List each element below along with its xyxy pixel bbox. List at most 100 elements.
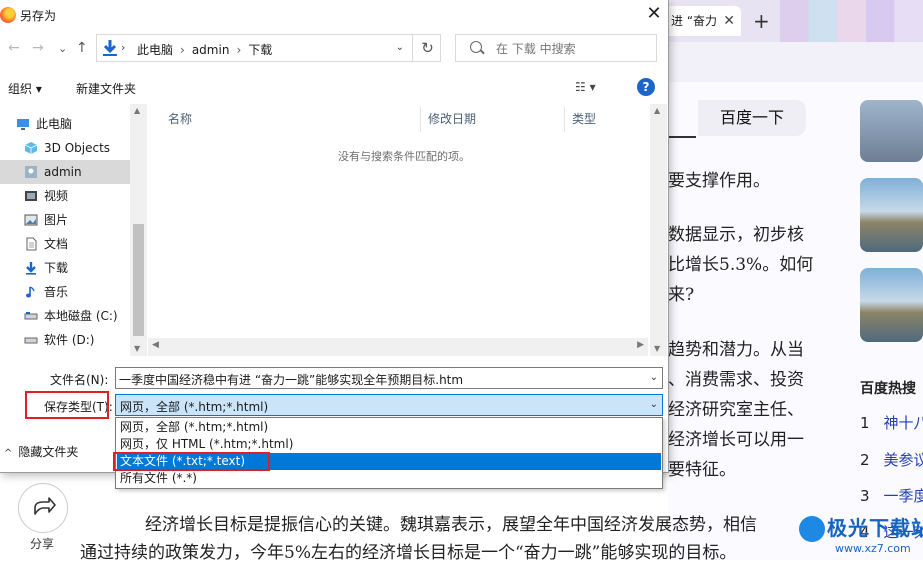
article-paragraph: 通过持续的政策发力，今年5%左右的经济增长目标是一个“奋力一跳”能够实现的目标。: [80, 543, 737, 563]
sidebar-item-drive-c[interactable]: 本地磁盘 (C:): [0, 304, 130, 328]
article-line: 经济研究室主任、: [668, 400, 804, 420]
empty-message: 没有与搜索条件匹配的项。: [338, 150, 470, 163]
share-button[interactable]: [18, 483, 68, 533]
scroll-left-icon[interactable]: ◀: [152, 340, 159, 350]
chevron-up-icon: ^: [4, 448, 13, 459]
sidebar-item-music[interactable]: 音乐: [0, 280, 130, 304]
file-list-scrollbar[interactable]: ▲ ▼: [650, 104, 667, 356]
hide-folders-toggle[interactable]: ^ 隐藏文件夹: [4, 443, 78, 460]
forward-button[interactable]: →: [32, 40, 44, 56]
column-header-type[interactable]: 类型: [572, 110, 596, 127]
scroll-up-icon[interactable]: ▲: [134, 106, 140, 115]
scroll-up-icon[interactable]: ▲: [654, 106, 660, 115]
horizontal-scrollbar[interactable]: ◀ ▶: [148, 338, 648, 356]
save-as-dialog: 另存为 ✕ ← → ⌄ ↑ › 此电脑 › admin › 下载 ⌄ ↻ 组织 ▾ 新建…: [0, 0, 669, 473]
recent-locations-button[interactable]: ⌄: [58, 42, 67, 55]
drive-icon: [24, 312, 38, 320]
tab-title: 进 “奋力: [671, 14, 718, 28]
annotation-highlight: [25, 391, 109, 419]
image-icon: [24, 214, 38, 226]
article-line: 要特征。: [668, 460, 736, 480]
article-paragraph: 经济增长目标是提振信心的关键。魏琪嘉表示，展望全年中国经济发展态势，相信: [145, 515, 757, 535]
hot-link[interactable]: 美参议: [884, 451, 923, 469]
sidebar-item-this-pc[interactable]: 此电脑: [0, 112, 130, 136]
help-icon[interactable]: ?: [637, 78, 655, 96]
chevron-down-icon[interactable]: ⌄: [650, 372, 658, 383]
organize-menu[interactable]: 组织 ▾: [8, 80, 42, 97]
breadcrumb-item[interactable]: admin: [192, 43, 230, 57]
filetype-option[interactable]: 所有文件 (*.*): [117, 470, 661, 487]
search-input[interactable]: [494, 39, 653, 59]
sidebar-item-admin[interactable]: admin: [0, 160, 130, 184]
hot-search-item[interactable]: 1 神十八: [860, 412, 923, 433]
article-line: 趋势和潜力。从当: [668, 340, 804, 360]
view-options-button[interactable]: ☷ ▾: [575, 80, 596, 94]
back-button[interactable]: ←: [8, 40, 20, 56]
sidebar-item-3d-objects[interactable]: 3D Objects: [0, 136, 130, 160]
address-dropdown-icon[interactable]: ⌄: [396, 42, 404, 53]
tab-close-icon[interactable]: ✕: [723, 6, 735, 36]
article-line: 要支撑作用。: [668, 171, 770, 191]
breadcrumb-item[interactable]: 此电脑: [137, 43, 173, 57]
dialog-title: 另存为: [20, 9, 57, 23]
column-divider[interactable]: [564, 106, 565, 132]
music-icon: [26, 286, 35, 298]
breadcrumb-root-chevron[interactable]: ›: [121, 41, 125, 54]
address-bar[interactable]: › 此电脑 › admin › 下载 ⌄: [96, 34, 441, 62]
baidu-search-button[interactable]: 百度一下: [698, 100, 806, 136]
breadcrumb-item[interactable]: 下载: [248, 43, 272, 57]
new-folder-button[interactable]: 新建文件夹: [76, 80, 136, 97]
filetype-option[interactable]: 网页，全部 (*.htm;*.html): [117, 419, 661, 436]
share-label: 分享: [30, 537, 55, 551]
refresh-button[interactable]: ↻: [412, 34, 442, 62]
column-divider[interactable]: [420, 106, 421, 132]
new-tab-button[interactable]: +: [753, 6, 770, 36]
hot-rank: 2: [860, 451, 870, 469]
sidebar-item-label: 文档: [44, 237, 69, 251]
column-header-name[interactable]: 名称: [168, 110, 192, 127]
hot-search-title: 百度热搜: [860, 381, 916, 397]
sidebar-item-downloads[interactable]: 下载: [0, 256, 130, 280]
scroll-down-icon[interactable]: ▼: [654, 344, 660, 353]
close-button[interactable]: ✕: [640, 2, 668, 28]
news-thumbnail[interactable]: [860, 100, 923, 162]
dialog-title-bar[interactable]: 另存为 ✕: [0, 0, 668, 30]
hot-search-item[interactable]: 2 美参议: [860, 449, 923, 470]
filename-value[interactable]: 一季度中国经济稳中有进 “奋力一跳”能够实现全年预期目标.htm: [119, 371, 463, 388]
scroll-down-icon[interactable]: ▼: [134, 344, 140, 353]
breadcrumb-separator[interactable]: ›: [236, 43, 241, 57]
sidebar-item-documents[interactable]: 文档: [0, 232, 130, 256]
sidebar-item-label: 软件 (D:): [44, 333, 95, 347]
breadcrumb-separator[interactable]: ›: [180, 43, 185, 57]
filetype-select[interactable]: 网页，全部 (*.htm;*.html) ⌄: [115, 394, 663, 416]
filetype-option[interactable]: 网页，仅 HTML (*.htm;*.html): [117, 436, 661, 453]
browser-tab[interactable]: 进 “奋力 ✕: [665, 6, 741, 36]
file-list: 名称 修改日期 类型 没有与搜索条件匹配的项。 ▲ ▼: [148, 104, 668, 356]
news-thumbnail[interactable]: [860, 178, 923, 252]
news-thumbnail[interactable]: [860, 268, 923, 342]
sidebar-item-videos[interactable]: 视频: [0, 184, 130, 208]
scroll-right-icon[interactable]: ▶: [637, 340, 644, 350]
up-button[interactable]: ↑: [76, 40, 88, 56]
filename-field[interactable]: 一季度中国经济稳中有进 “奋力一跳”能够实现全年预期目标.htm ⌄: [115, 367, 663, 389]
hot-link[interactable]: 一季度: [884, 487, 923, 505]
hot-search-item[interactable]: 3 一季度: [860, 485, 923, 506]
tab-bar-background: [780, 0, 923, 42]
column-header-modified[interactable]: 修改日期: [428, 110, 476, 127]
chevron-down-icon[interactable]: ⌄: [650, 399, 658, 410]
sidebar-item-pictures[interactable]: 图片: [0, 208, 130, 232]
search-box[interactable]: [455, 34, 657, 62]
filename-label: 文件名(N):: [50, 373, 109, 387]
filetype-value: 网页，全部 (*.htm;*.html): [120, 400, 269, 414]
watermark-text: 极光下载站: [827, 516, 923, 540]
browser-address-bar[interactable]: [668, 42, 923, 83]
baidu-search-input[interactable]: [668, 100, 696, 138]
article-line: 经济增长可以用一: [668, 430, 804, 450]
sidebar-scrollbar[interactable]: ▲ ▼: [130, 104, 147, 356]
computer-icon: [17, 119, 29, 130]
user-folder-icon: [25, 166, 37, 178]
hot-link[interactable]: 神十八: [884, 414, 923, 432]
scrollbar-thumb[interactable]: [133, 224, 144, 336]
sidebar-item-label: admin: [44, 165, 82, 179]
sidebar-item-drive-d[interactable]: 软件 (D:): [0, 328, 130, 352]
